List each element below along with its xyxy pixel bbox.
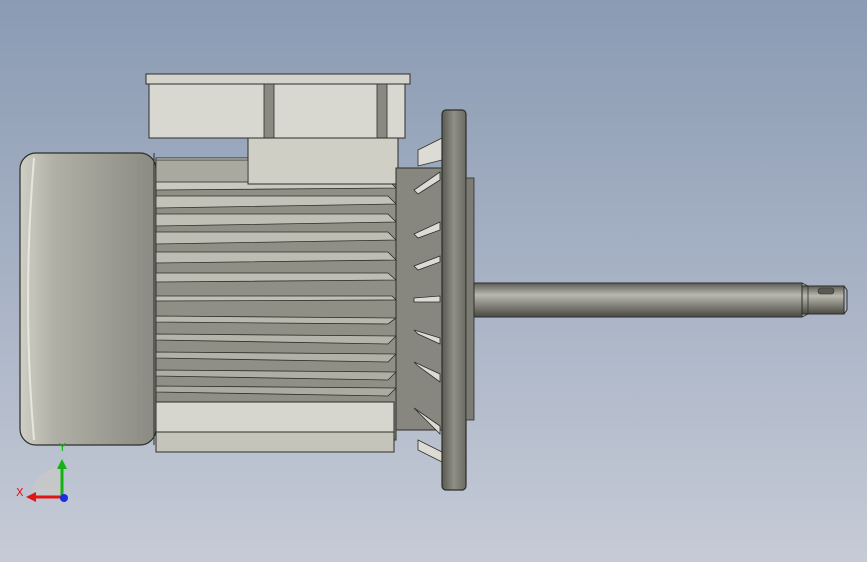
triad-plane-icon	[32, 467, 62, 497]
coordinate-triad[interactable]	[26, 459, 68, 502]
x-axis-label: X	[16, 486, 24, 499]
motor-model[interactable]	[0, 0, 867, 562]
y-axis-label: Y	[59, 441, 66, 454]
z-axis-dot	[60, 494, 68, 502]
flange-neck	[395, 137, 445, 463]
y-arrow-head	[57, 459, 67, 469]
x-arrow-head	[26, 492, 36, 502]
terminal-box[interactable]	[145, 73, 411, 185]
output-shaft[interactable]	[473, 282, 848, 318]
mounting-flange[interactable]	[441, 109, 475, 491]
fan-cover[interactable]	[19, 152, 157, 446]
motor-housing[interactable]	[155, 157, 398, 453]
cad-viewport[interactable]: X Y	[0, 0, 867, 562]
keyway	[817, 287, 835, 295]
